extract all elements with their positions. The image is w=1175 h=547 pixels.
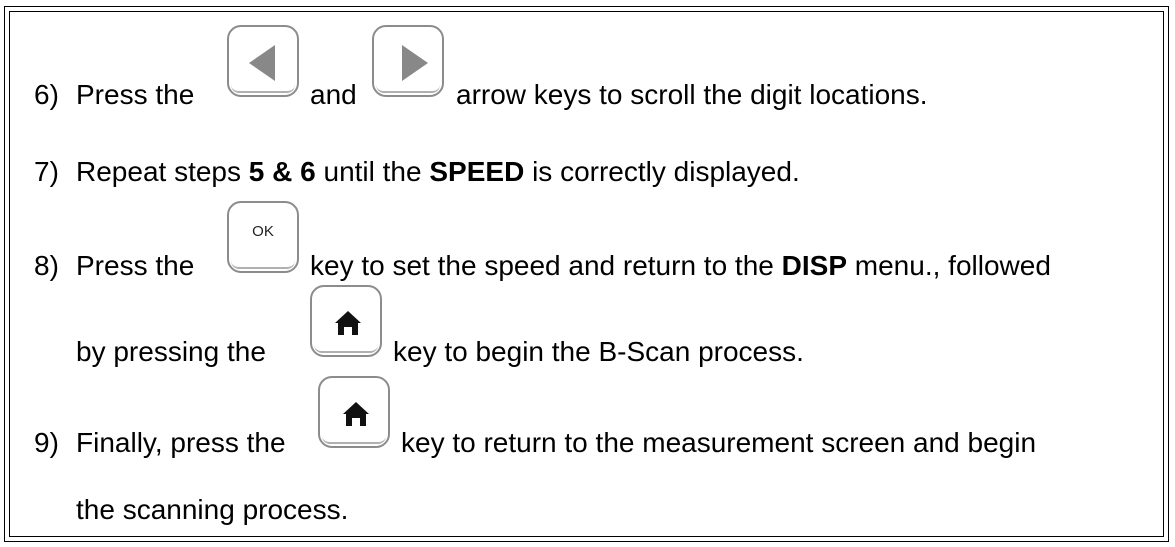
- home-icon: [318, 376, 390, 448]
- step-text: key to return to the measurement screen …: [401, 427, 1037, 458]
- step-text: key to begin the B-Scan process.: [393, 336, 804, 367]
- step-text: Finally, press the: [76, 427, 286, 458]
- step-text: by pressing the: [76, 336, 266, 367]
- step-number: 8): [34, 250, 59, 281]
- home-icon: [310, 285, 382, 357]
- step-text: arrow keys to scroll the digit locations…: [456, 79, 928, 110]
- left-arrow-icon: [227, 25, 299, 97]
- text-segment: menu., followed: [847, 250, 1051, 281]
- step-number: 7): [34, 156, 59, 187]
- text-segment: until the: [315, 156, 430, 187]
- step-text: the scanning process.: [76, 494, 349, 525]
- step-text: Press the: [76, 250, 195, 281]
- step-text: and: [310, 79, 357, 110]
- step-number: 6): [34, 79, 59, 110]
- bold-text: DISP: [781, 250, 847, 281]
- ok-key-label: OK: [252, 223, 274, 240]
- text-segment: key to set the speed and return to the: [310, 250, 782, 281]
- text-segment: is correctly displayed.: [524, 156, 800, 187]
- step-text: Repeat steps 5 & 6 until the SPEED is co…: [76, 156, 800, 188]
- right-arrow-icon: [372, 25, 444, 97]
- step-text: Press the: [76, 79, 195, 110]
- text-segment: Repeat steps: [76, 156, 249, 187]
- ok-key-icon: OK: [227, 201, 299, 273]
- step-text: key to set the speed and return to the D…: [310, 250, 1051, 282]
- bold-text: 5 & 6: [248, 156, 316, 187]
- document-frame: 6) Press the and arrow keys to scroll th…: [0, 0, 1175, 547]
- step-number: 9): [34, 427, 59, 458]
- bold-text: SPEED: [429, 156, 525, 187]
